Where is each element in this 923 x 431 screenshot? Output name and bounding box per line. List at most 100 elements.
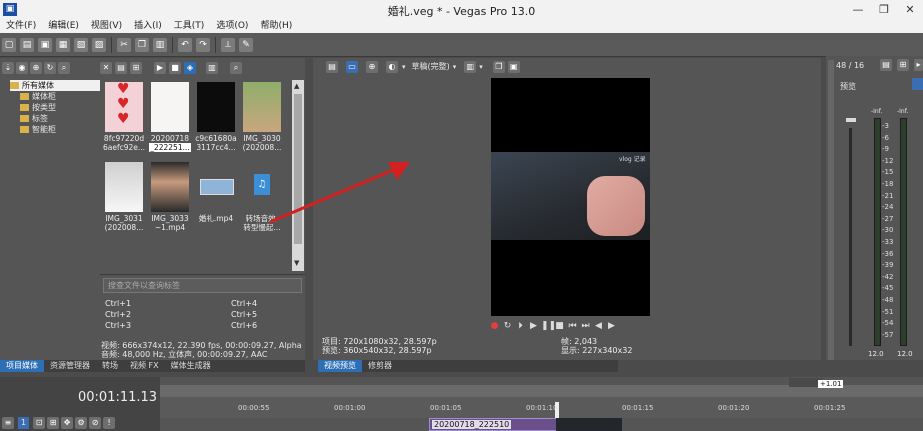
- zoom-icon[interactable]: ⌕: [230, 62, 242, 74]
- overlays-dropdown-icon[interactable]: ▾: [479, 63, 483, 71]
- tab-trimmer[interactable]: 修剪器: [362, 360, 398, 372]
- remove-icon[interactable]: ✕: [100, 62, 112, 74]
- track-motion-icon[interactable]: ⊡: [33, 417, 46, 429]
- menu-help[interactable]: 帮助(H): [254, 19, 298, 33]
- enable-snapping-icon[interactable]: ⟂: [221, 37, 235, 52]
- split-dropdown-icon[interactable]: ▾: [402, 63, 406, 71]
- record-icon[interactable]: ●: [489, 321, 500, 332]
- import-media-icon[interactable]: ⇣: [2, 62, 14, 74]
- track-automation-icon[interactable]: ✥: [61, 417, 74, 429]
- media-item[interactable]: IMG_3031 (202008...: [103, 162, 145, 232]
- meter-panel-grip[interactable]: [828, 60, 834, 360]
- shortcut-slot[interactable]: Ctrl+6: [231, 321, 257, 330]
- split-screen-icon[interactable]: ◐: [386, 60, 398, 73]
- tree-item-bins[interactable]: 媒体柜: [10, 91, 100, 102]
- fx-bypass-icon[interactable]: ⊕: [366, 60, 378, 73]
- tab-video-preview[interactable]: 视频预览: [318, 360, 362, 372]
- tab-transitions[interactable]: 转场: [96, 360, 124, 372]
- shortcut-slot[interactable]: Ctrl+4: [231, 299, 257, 308]
- copy-icon[interactable]: ❐: [135, 37, 149, 52]
- refresh-icon[interactable]: ↻: [44, 62, 56, 74]
- bus-fx-icon[interactable]: ⊞: [897, 59, 909, 71]
- pause-icon[interactable]: ❚❚: [541, 321, 556, 332]
- auto-ripple-icon[interactable]: ✎: [239, 37, 253, 52]
- preview-properties-icon[interactable]: ▤: [326, 60, 338, 73]
- tab-explorer[interactable]: 资源管理器: [44, 360, 96, 372]
- get-media-icon[interactable]: ⊕: [30, 62, 42, 74]
- compositing-mode-icon[interactable]: ⚙: [75, 417, 88, 429]
- fader-handle[interactable]: [846, 118, 856, 122]
- fader-track[interactable]: [849, 128, 852, 346]
- shortcut-slot[interactable]: Ctrl+3: [105, 321, 131, 330]
- track-expand-icon[interactable]: ≡: [2, 417, 14, 429]
- shortcut-slot[interactable]: Ctrl+2: [105, 310, 131, 319]
- play-preview-icon[interactable]: ▶: [154, 62, 166, 74]
- save-icon[interactable]: ▣: [38, 37, 52, 52]
- menu-tools[interactable]: 工具(T): [168, 19, 211, 33]
- media-item[interactable]: IMG_3033 ~1.mp4: [149, 162, 191, 232]
- menu-view[interactable]: 视图(V): [85, 19, 128, 33]
- shortcut-slot[interactable]: Ctrl+5: [231, 310, 257, 319]
- paste-icon[interactable]: ▥: [153, 37, 167, 52]
- loop-icon[interactable]: ↻: [502, 321, 513, 332]
- external-monitor-icon[interactable]: ▭: [346, 60, 358, 73]
- capture-icon[interactable]: ◉: [16, 62, 28, 74]
- track-fx-icon[interactable]: ⊞: [47, 417, 60, 429]
- undo-icon[interactable]: ↶: [178, 37, 192, 52]
- tag-search-input[interactable]: 搜查文件以查询标签: [103, 278, 302, 293]
- menu-edit[interactable]: 编辑(E): [42, 19, 85, 33]
- menu-file[interactable]: 文件(F): [0, 19, 42, 33]
- preview-quality-select[interactable]: 草稿(完整): [412, 61, 450, 72]
- tree-item-tags[interactable]: 标签: [10, 113, 100, 124]
- play-icon[interactable]: ▶: [528, 321, 539, 332]
- media-item[interactable]: 20200718 _222251...: [149, 82, 191, 152]
- media-properties-icon[interactable]: ▤: [115, 62, 127, 74]
- menu-options[interactable]: 选项(O): [210, 19, 254, 33]
- copy-snapshot-icon[interactable]: ❐: [492, 60, 505, 73]
- save-as-icon[interactable]: ▦: [56, 37, 70, 52]
- timecode-display[interactable]: 00:01:11.13: [78, 390, 157, 405]
- overlays-icon[interactable]: ▥: [464, 60, 477, 73]
- tree-item-smart-bins[interactable]: 智能柜: [10, 124, 100, 135]
- previous-frame-icon[interactable]: ◀: [593, 321, 604, 332]
- scroll-down-icon[interactable]: ▼: [294, 259, 302, 269]
- media-item[interactable]: ♥ ♥ ♥ 8fc97220d 6aefc92e...: [103, 82, 145, 152]
- redo-icon[interactable]: ↷: [196, 37, 210, 52]
- media-item[interactable]: 婚礼.mp4: [195, 162, 237, 223]
- quality-dropdown-icon[interactable]: ▾: [453, 63, 457, 71]
- auto-preview-icon[interactable]: ◈: [184, 62, 196, 74]
- menu-insert[interactable]: 插入(I): [128, 19, 168, 33]
- play-from-start-icon[interactable]: ⏵: [515, 321, 526, 332]
- cut-icon[interactable]: ✂: [117, 37, 131, 52]
- close-button[interactable]: ✕: [897, 0, 923, 19]
- properties-icon[interactable]: ▨: [92, 37, 106, 52]
- render-icon[interactable]: ▧: [74, 37, 88, 52]
- mute-track-icon[interactable]: ⊘: [89, 417, 102, 429]
- media-item[interactable]: IMG_3030 (202008...: [241, 82, 283, 152]
- bus-mode-icon[interactable]: [912, 78, 923, 90]
- new-icon[interactable]: ▢: [2, 37, 16, 52]
- media-fx-icon[interactable]: ⊞: [130, 62, 142, 74]
- maximize-button[interactable]: ❐: [871, 0, 897, 19]
- minimize-button[interactable]: —: [845, 0, 871, 19]
- tab-media-generators[interactable]: 媒体生成器: [165, 360, 217, 372]
- save-snapshot-icon[interactable]: ▣: [507, 60, 520, 73]
- tree-item-by-type[interactable]: 按类型: [10, 102, 100, 113]
- next-frame-icon[interactable]: ▶: [606, 321, 617, 332]
- tab-project-media[interactable]: 项目媒体: [0, 360, 44, 372]
- search-media-icon[interactable]: ⌕: [58, 62, 70, 74]
- stop-preview-icon[interactable]: ■: [169, 62, 181, 74]
- shortcut-slot[interactable]: Ctrl+1: [105, 299, 131, 308]
- tab-video-fx[interactable]: 视频 FX: [124, 360, 165, 372]
- solo-track-icon[interactable]: !: [103, 417, 116, 429]
- go-to-start-icon[interactable]: ⏮: [567, 321, 578, 332]
- media-item[interactable]: c9c61680a 3117cc4...: [195, 82, 237, 152]
- scroll-up-icon[interactable]: ▲: [294, 82, 302, 92]
- go-to-end-icon[interactable]: ⏭: [580, 321, 591, 332]
- bus-more-icon[interactable]: ▸: [914, 59, 923, 71]
- bus-properties-icon[interactable]: ▤: [880, 59, 892, 71]
- open-icon[interactable]: ▤: [20, 37, 34, 52]
- stop-icon[interactable]: ■: [554, 321, 565, 332]
- tree-item-all-media[interactable]: 所有媒体: [10, 80, 100, 91]
- views-icon[interactable]: ▥: [206, 62, 218, 74]
